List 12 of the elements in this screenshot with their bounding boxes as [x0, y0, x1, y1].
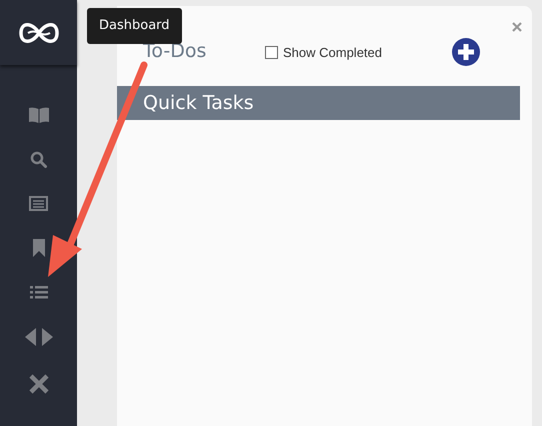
bookmark-icon[interactable]: [32, 239, 44, 257]
section-header: Quick Tasks: [117, 86, 520, 120]
close-icon[interactable]: [28, 374, 48, 394]
list-alt-icon[interactable]: [29, 196, 48, 211]
show-completed-checkbox[interactable]: Show Completed: [265, 44, 382, 60]
add-icon[interactable]: [452, 38, 480, 66]
tooltip: Dashboard: [87, 8, 182, 44]
list-icon[interactable]: [30, 285, 48, 300]
search-icon[interactable]: [30, 151, 47, 168]
book-icon[interactable]: [28, 107, 48, 123]
close-icon[interactable]: [512, 22, 522, 32]
left-right-arrows-icon[interactable]: [24, 328, 52, 346]
